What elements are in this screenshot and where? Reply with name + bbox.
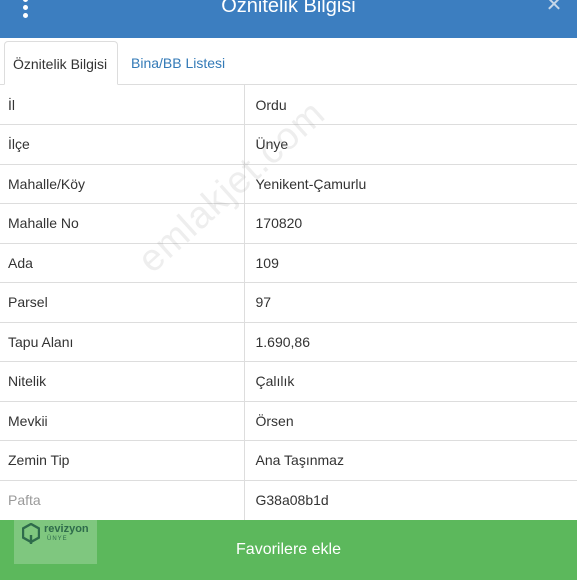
dialog-title: Öznitelik Bilgisi (221, 0, 356, 17)
attribute-table: İl Ordu İlçe Ünye Mahalle/Köy Yenikent-Ç… (0, 85, 577, 520)
attribute-value: Örsen (244, 400, 577, 441)
table-row: Nitelik Çalılık (0, 361, 577, 401)
attribute-key: Tapu Alanı (0, 321, 245, 362)
logo-name: revizyon (44, 523, 89, 535)
logo-subtitle: ÜNYE (47, 536, 68, 542)
table-row: İlçe Ünye (0, 124, 577, 164)
attribute-value: Ana Taşınmaz (244, 440, 577, 480)
attribute-key: Mahalle No (0, 203, 245, 243)
attribute-key: Pafta (0, 479, 245, 520)
close-icon[interactable]: ✕ (543, 0, 565, 16)
table-row: Parsel 97 (0, 282, 577, 322)
attribute-value: 1.690,86 (244, 321, 577, 362)
table-row: Pafta G38a08b1d (0, 479, 577, 520)
attribute-key: İlçe (0, 124, 245, 164)
attribute-key: Mahalle/Köy (0, 163, 245, 204)
table-row: Zemin Tip Ana Taşınmaz (0, 440, 577, 480)
revizyon-logo-icon (22, 523, 40, 544)
attribute-value: 109 (244, 242, 577, 283)
table-row: Tapu Alanı 1.690,86 (0, 321, 577, 362)
revizyon-logo: revizyon ÜNYE (14, 518, 97, 564)
attribute-value: Yenikent-Çamurlu (244, 163, 577, 204)
table-row: Mahalle No 170820 (0, 203, 577, 243)
table-row: Mahalle/Köy Yenikent-Çamurlu (0, 163, 577, 204)
tab-attribute-info[interactable]: Öznitelik Bilgisi (4, 41, 118, 85)
tab-building-list[interactable]: Bina/BB Listesi (123, 41, 243, 85)
table-row: Mevkii Örsen (0, 400, 577, 441)
dialog-header: Öznitelik Bilgisi ✕ (0, 0, 577, 38)
attribute-key: Mevkii (0, 400, 245, 441)
attribute-value: 170820 (244, 203, 577, 243)
attribute-key: Parsel (0, 282, 245, 322)
attribute-key: Nitelik (0, 361, 245, 401)
table-row: Ada 109 (0, 242, 577, 283)
attribute-value: Ordu (255, 96, 287, 113)
attribute-value: Ünye (244, 124, 577, 164)
tab-bar: Öznitelik Bilgisi Bina/BB Listesi (0, 38, 577, 85)
attribute-dialog: Öznitelik Bilgisi ✕ Öznitelik Bilgisi Bi… (0, 0, 577, 580)
attribute-key: Zemin Tip (0, 440, 245, 480)
attribute-value: 97 (244, 282, 577, 322)
attribute-key: İl (0, 85, 245, 125)
table-row: İl Ordu (0, 85, 577, 125)
attribute-key: Ada (0, 242, 245, 283)
attribute-value: Çalılık (244, 361, 577, 401)
attribute-value: G38a08b1d (244, 479, 577, 520)
